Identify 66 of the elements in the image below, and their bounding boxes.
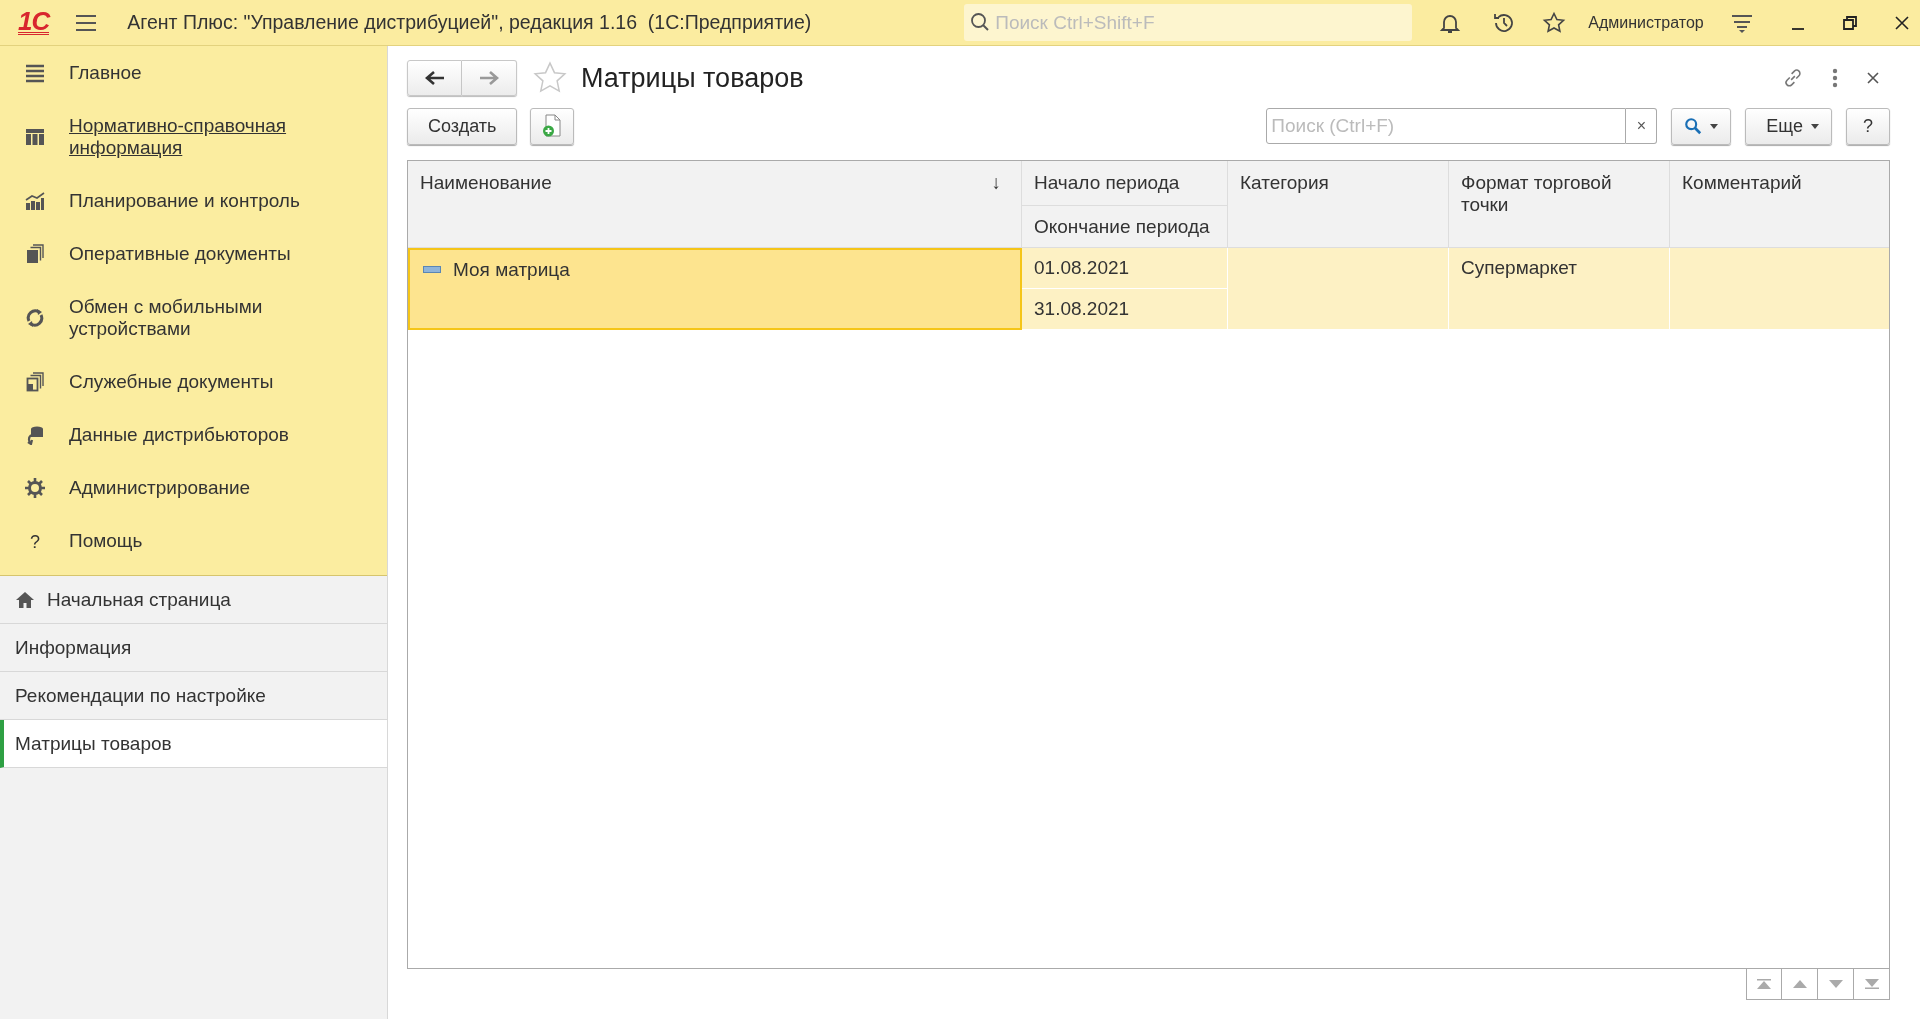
close-icon[interactable] (1893, 14, 1910, 31)
help-button[interactable]: ? (1846, 107, 1890, 145)
create-button[interactable]: Создать (407, 107, 518, 145)
star-icon[interactable] (1542, 10, 1567, 35)
documents-icon (25, 371, 45, 392)
open-page-tab[interactable]: Информация (0, 624, 387, 672)
form-title: Матрицы товаров (581, 62, 804, 94)
link-icon[interactable] (1782, 67, 1804, 89)
section-link[interactable]: Нормативно-справочная информация (0, 99, 387, 174)
menu-icon[interactable] (75, 13, 98, 32)
table-cell: 01.08.2021 (1022, 248, 1228, 289)
sync-icon (25, 307, 45, 328)
right-arrow-icon (479, 71, 499, 85)
column-header[interactable]: Наименование ↓ (408, 161, 1022, 248)
close-icon[interactable] (1866, 71, 1880, 85)
section-link[interactable]: ? Помощь (0, 514, 387, 567)
section-link[interactable]: Администрирование (0, 461, 387, 514)
settings-menu-icon[interactable] (1729, 12, 1754, 33)
table-cell: 31.08.2021 (1022, 289, 1228, 330)
help-icon: ? (25, 530, 45, 551)
section-link[interactable]: Оперативные документы (0, 227, 387, 280)
search-icon (1684, 117, 1703, 135)
columns-icon (25, 126, 45, 147)
documents-icon (25, 243, 45, 264)
down-triangle-icon (1828, 980, 1843, 988)
table-cell[interactable]: Моя матрица (408, 248, 1022, 330)
restore-icon[interactable] (1841, 14, 1858, 31)
window-title: Агент Плюс: "Управление дистрибуцией", редакция 1.16 (1С:Предприятие) (127, 11, 813, 34)
left-arrow-icon (424, 71, 445, 85)
element-icon (423, 266, 441, 273)
column-header[interactable]: Начало периода (1022, 161, 1228, 206)
section-link[interactable]: Обмен с мобильными устройствами (0, 280, 387, 355)
scroll-top-icon (1757, 979, 1771, 989)
up-triangle-icon (1792, 980, 1807, 988)
favorite-star-icon[interactable] (533, 61, 567, 95)
search-options-button[interactable] (1671, 107, 1732, 145)
home-icon (15, 590, 35, 609)
section-link[interactable]: Планирование и контроль (0, 174, 387, 227)
column-header[interactable]: Комментарий (1670, 161, 1889, 248)
database-sync-icon (25, 424, 45, 445)
open-page-tab[interactable]: Начальная страница (0, 576, 387, 624)
scroll-bottom-icon (1864, 979, 1879, 989)
list-icon (25, 62, 45, 83)
more-vertical-icon[interactable] (1832, 68, 1838, 88)
caret-icon (1710, 123, 1719, 129)
back-button[interactable] (407, 60, 462, 96)
section-link[interactable]: Данные дистрибьюторов (0, 408, 387, 461)
column-header[interactable]: Окончание периода (1022, 206, 1228, 248)
column-header[interactable]: Категория (1228, 161, 1449, 248)
section-link[interactable]: Служебные документы (0, 355, 387, 408)
open-page-tab[interactable]: Матрицы товаров (0, 720, 387, 768)
section-link[interactable]: Главное (0, 46, 387, 99)
search-field[interactable]: Поиск Ctrl+Shift+F (964, 4, 1413, 41)
column-header[interactable]: Формат торговой точки (1449, 161, 1670, 248)
add-document-button[interactable] (530, 107, 575, 145)
more-button[interactable]: Еще (1745, 107, 1832, 145)
caret-icon (1811, 123, 1819, 129)
bar-chart-icon (25, 190, 45, 211)
gear-icon (25, 477, 45, 498)
search-field[interactable]: Поиск (Ctrl+F) (1266, 108, 1627, 144)
user-name[interactable]: Администратор (1588, 13, 1704, 32)
document-add-icon (541, 114, 564, 138)
sort-arrow: ↓ (991, 172, 1001, 194)
table-cell: Супермаркет (1449, 248, 1670, 330)
app-logo: 1С (18, 10, 50, 35)
clear-button[interactable]: × (1626, 108, 1658, 144)
